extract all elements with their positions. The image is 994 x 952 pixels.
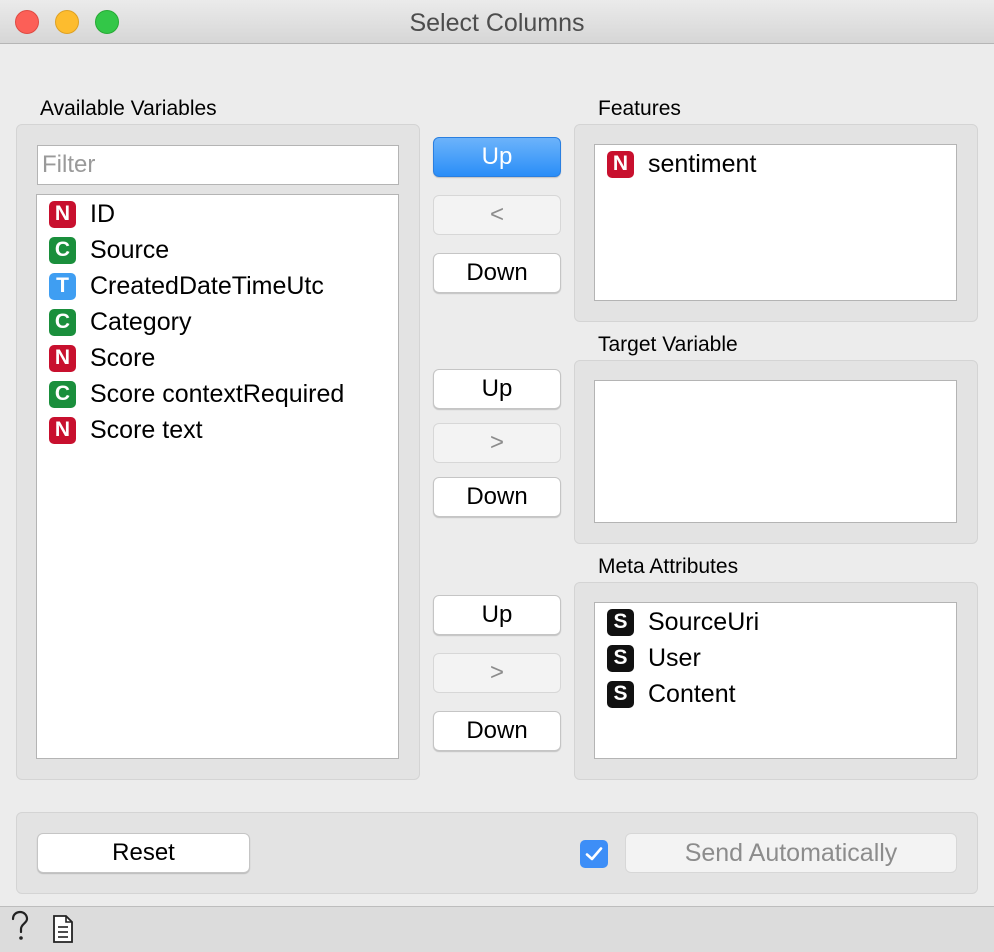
- string-type-icon: S: [607, 680, 634, 708]
- help-icon[interactable]: [9, 910, 31, 947]
- meta-attributes-list[interactable]: S SourceUri S User S Content: [594, 602, 957, 759]
- features-down-button[interactable]: Down: [433, 253, 561, 293]
- list-item[interactable]: S User: [607, 643, 701, 673]
- target-up-button[interactable]: Up: [433, 369, 561, 409]
- list-item[interactable]: S SourceUri: [607, 607, 759, 637]
- variable-name: ID: [90, 199, 115, 228]
- numeric-type-icon: N: [607, 150, 634, 178]
- target-down-button[interactable]: Down: [433, 477, 561, 517]
- numeric-type-icon: N: [49, 200, 76, 228]
- features-label: Features: [598, 97, 681, 120]
- categorical-type-icon: C: [49, 380, 76, 408]
- list-item[interactable]: C Score contextRequired: [49, 379, 344, 409]
- window-title: Select Columns: [409, 9, 585, 37]
- features-move-button[interactable]: <: [433, 195, 561, 235]
- categorical-type-icon: C: [49, 308, 76, 336]
- variable-name: Source: [90, 235, 170, 264]
- variable-name: Category: [90, 307, 192, 336]
- filter-input[interactable]: Filter: [37, 145, 399, 185]
- numeric-type-icon: N: [49, 344, 76, 372]
- reset-button[interactable]: Reset: [37, 833, 250, 873]
- variable-name: CreatedDateTimeUtc: [90, 271, 324, 300]
- categorical-type-icon: C: [49, 236, 76, 264]
- features-list[interactable]: N sentiment: [594, 144, 957, 301]
- variable-name: Score contextRequired: [90, 379, 345, 408]
- list-item[interactable]: N Score text: [49, 415, 203, 445]
- list-item[interactable]: S Content: [607, 679, 736, 709]
- string-type-icon: S: [607, 608, 634, 636]
- variable-name: sentiment: [648, 149, 757, 178]
- checkmark-icon: [585, 847, 603, 861]
- report-icon[interactable]: [52, 914, 74, 949]
- list-item[interactable]: C Source: [49, 235, 169, 265]
- list-item[interactable]: N ID: [49, 199, 115, 229]
- variable-name: Score text: [90, 415, 203, 444]
- meta-attributes-label: Meta Attributes: [598, 555, 739, 578]
- list-item[interactable]: N sentiment: [607, 149, 756, 179]
- list-item[interactable]: C Category: [49, 307, 191, 337]
- meta-down-button[interactable]: Down: [433, 711, 561, 751]
- send-automatically-checkbox[interactable]: [580, 840, 608, 868]
- variable-name: Content: [648, 679, 736, 708]
- meta-up-button[interactable]: Up: [433, 595, 561, 635]
- variable-name: User: [648, 643, 701, 672]
- title-bar: Select Columns: [0, 0, 994, 44]
- variable-name: Score: [90, 343, 156, 372]
- time-type-icon: T: [49, 272, 76, 300]
- status-bar: [0, 906, 994, 952]
- list-item[interactable]: N Score: [49, 343, 155, 373]
- numeric-type-icon: N: [49, 416, 76, 444]
- send-automatically-button[interactable]: Send Automatically: [625, 833, 957, 873]
- available-variables-list[interactable]: N ID C Source T CreatedDateTimeUtc C Cat…: [36, 194, 399, 759]
- target-variable-list[interactable]: [594, 380, 957, 523]
- variable-name: SourceUri: [648, 607, 760, 636]
- target-variable-label: Target Variable: [598, 333, 738, 356]
- available-variables-label: Available Variables: [40, 97, 217, 120]
- list-item[interactable]: T CreatedDateTimeUtc: [49, 271, 324, 301]
- meta-move-button[interactable]: >: [433, 653, 561, 693]
- target-move-button[interactable]: >: [433, 423, 561, 463]
- features-up-button[interactable]: Up: [433, 137, 561, 177]
- string-type-icon: S: [607, 644, 634, 672]
